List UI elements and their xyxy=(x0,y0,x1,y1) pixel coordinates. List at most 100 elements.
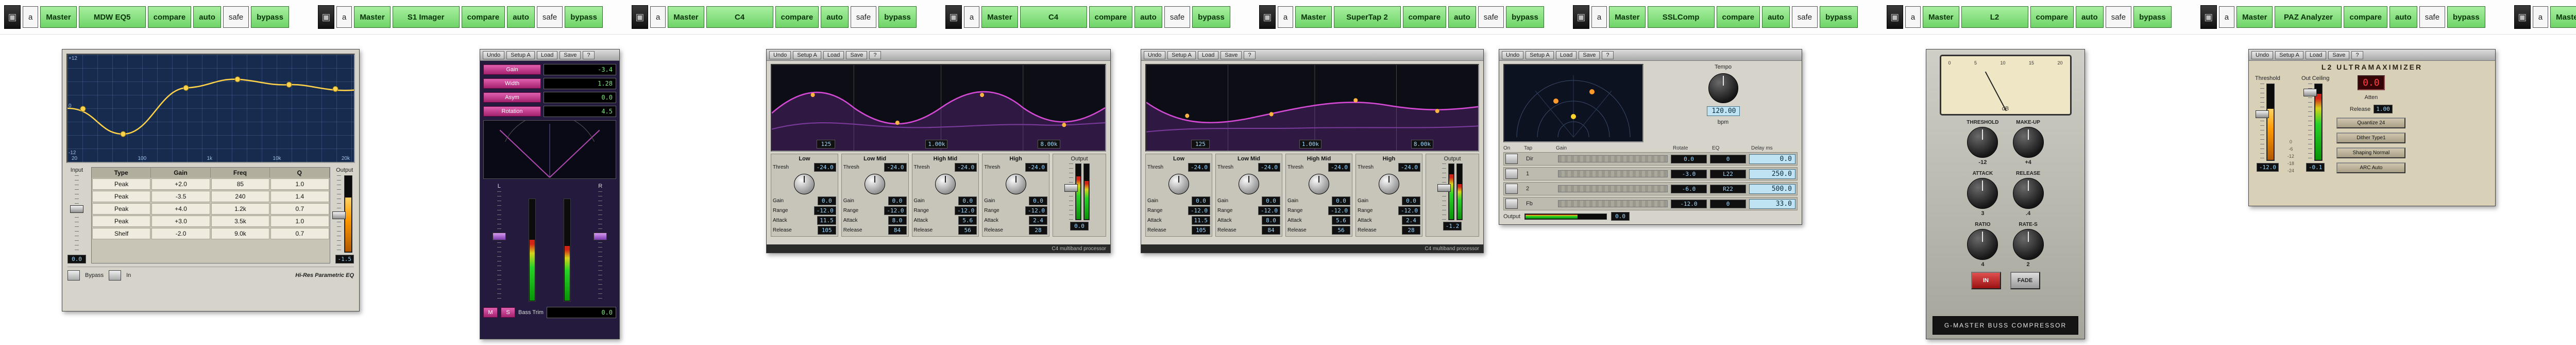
band-thresh-value[interactable]: -24.0 xyxy=(1188,163,1210,172)
safe-button[interactable]: safe xyxy=(223,6,249,28)
toolbar-button[interactable]: Load xyxy=(823,51,844,59)
band-freq-cell[interactable]: 1.2k xyxy=(211,203,270,215)
plugin-window-icon[interactable]: ▣ xyxy=(631,5,648,29)
input-fader-handle[interactable] xyxy=(70,205,83,213)
toolbar-button[interactable]: Setup A xyxy=(1167,51,1196,59)
s1-param-value[interactable]: 4.5 xyxy=(544,106,616,117)
ssl-knob[interactable] xyxy=(1967,229,1998,260)
compare-button[interactable]: compare xyxy=(775,6,819,28)
plugin-window-icon[interactable]: ▣ xyxy=(1259,5,1276,29)
band-range-value[interactable]: -12.0 xyxy=(884,206,907,215)
tap-pan-value[interactable]: R22 xyxy=(1710,184,1746,193)
band-gain-value[interactable]: 0.0 xyxy=(888,196,907,205)
s1-param-value[interactable]: 1.28 xyxy=(544,78,616,89)
ssl-knob[interactable] xyxy=(2012,229,2044,260)
plugin-selector-button[interactable]: C4 xyxy=(706,6,773,28)
bypass-button[interactable]: bypass xyxy=(565,6,603,28)
toolbar-button[interactable]: Undo xyxy=(1144,51,1166,59)
track-selector-button[interactable]: Master xyxy=(40,6,77,28)
s1-param-value[interactable]: -3.4 xyxy=(544,64,616,75)
band-gain-knob[interactable] xyxy=(1168,174,1189,194)
track-selector-button[interactable]: Master xyxy=(981,6,1018,28)
auto-button[interactable]: auto xyxy=(507,6,535,28)
tap-time-display[interactable]: 33.0 xyxy=(1749,199,1795,209)
insert-position-button[interactable]: a xyxy=(23,6,39,28)
plugin-window-icon[interactable]: ▣ xyxy=(2514,5,2531,29)
right-fader[interactable] xyxy=(594,191,607,302)
tap-gain-value[interactable]: -12.0 xyxy=(1671,199,1707,208)
input-value[interactable]: 0.0 xyxy=(67,255,86,264)
output-value[interactable]: -1.5 xyxy=(335,255,354,264)
band-type-cell[interactable]: Shelf xyxy=(92,228,151,239)
plugin-window-icon[interactable]: ▣ xyxy=(317,5,334,29)
band-attack-value[interactable]: 2.4 xyxy=(1029,216,1047,225)
band-thresh-value[interactable]: -24.0 xyxy=(1398,163,1420,172)
bypass-button[interactable] xyxy=(67,270,80,281)
ceiling-value[interactable]: -0.1 xyxy=(2306,163,2325,172)
band-gain-cell[interactable]: +3.0 xyxy=(151,216,210,227)
band-range-value[interactable]: -12.0 xyxy=(1258,206,1280,215)
toolbar-button[interactable]: Undo xyxy=(1502,51,1524,59)
band-release-value[interactable]: 84 xyxy=(1262,226,1280,235)
tap-time-display[interactable]: 0.0 xyxy=(1749,154,1795,164)
toolbar-button[interactable]: Undo xyxy=(483,51,505,59)
band-thresh-value[interactable]: -24.0 xyxy=(1025,163,1047,172)
band-attack-value[interactable]: 5.6 xyxy=(1332,216,1350,225)
in-button[interactable] xyxy=(109,270,122,281)
band-attack-value[interactable]: 11.5 xyxy=(1191,216,1210,225)
band-attack-value[interactable]: 5.6 xyxy=(958,216,977,225)
ceiling-fader-handle[interactable] xyxy=(2303,89,2317,96)
insert-position-button[interactable]: a xyxy=(650,6,666,28)
toolbar-button[interactable]: Load xyxy=(1555,51,1577,59)
plugin-window-icon[interactable]: ▣ xyxy=(1572,5,1589,29)
band-release-value[interactable]: 84 xyxy=(888,226,907,235)
crossover-freq-value[interactable]: 8.00k xyxy=(1411,140,1434,149)
tap-pan-value[interactable]: L22 xyxy=(1710,169,1746,178)
auto-button[interactable]: auto xyxy=(821,6,849,28)
band-release-value[interactable]: 105 xyxy=(1192,226,1210,235)
tap-gain-value[interactable]: -6.0 xyxy=(1671,184,1707,193)
plugin-selector-button[interactable]: MDW EQ5 xyxy=(78,6,146,28)
bypass-button[interactable]: bypass xyxy=(1820,6,1858,28)
plugin-selector-button[interactable]: C4 xyxy=(1020,6,1087,28)
s1-param-button[interactable]: Width xyxy=(483,78,541,89)
plugin-window-icon[interactable]: ▣ xyxy=(4,5,21,29)
threshold-fader-handle[interactable] xyxy=(2256,110,2269,118)
output-fader-handle[interactable] xyxy=(1064,184,1078,192)
c4-dynamics-graph[interactable]: 125 1.00k 8.00k xyxy=(771,64,1106,152)
c4-dynamics-graph[interactable]: 125 1.00k 8.00k xyxy=(1145,64,1479,152)
band-type-cell[interactable]: Peak xyxy=(92,216,151,227)
band-gain-knob[interactable] xyxy=(865,174,886,194)
band-freq-cell[interactable]: 85 xyxy=(211,178,270,190)
compare-button[interactable]: compare xyxy=(2030,6,2074,28)
band-range-value[interactable]: -12.0 xyxy=(1398,206,1420,215)
band-q-cell[interactable]: 1.0 xyxy=(270,178,329,190)
tap-gain-value[interactable]: 0.0 xyxy=(1671,154,1707,163)
band-gain-cell[interactable]: +2.0 xyxy=(151,178,210,190)
band-freq-cell[interactable]: 9.0k xyxy=(211,228,270,239)
crossover-freq-value[interactable]: 125 xyxy=(1191,140,1210,149)
band-freq-cell[interactable]: 3.5k xyxy=(211,216,270,227)
fade-button[interactable]: FADE xyxy=(2010,272,2040,289)
compare-button[interactable]: compare xyxy=(1089,6,1133,28)
insert-position-button[interactable]: a xyxy=(1905,6,1921,28)
output-fader[interactable] xyxy=(332,175,346,253)
band-gain-value[interactable]: 0.0 xyxy=(1029,196,1047,205)
toolbar-button[interactable]: ? xyxy=(869,51,881,59)
insert-position-button[interactable]: a xyxy=(336,6,352,28)
eq-response-graph[interactable]: +12 0 -12 20 100 1k 10k 20k xyxy=(66,54,355,163)
tap-time-display[interactable]: 250.0 xyxy=(1749,169,1795,179)
tap-time-display[interactable]: 500.0 xyxy=(1749,184,1795,194)
tap-gain-strip[interactable] xyxy=(1558,200,1668,207)
toolbar-button[interactable]: Setup A xyxy=(2275,51,2303,59)
l2-option-button[interactable]: ARC Auto xyxy=(2336,162,2406,173)
band-range-value[interactable]: -12.0 xyxy=(1188,206,1210,215)
band-q-cell[interactable]: 1.0 xyxy=(270,216,329,227)
output-value[interactable]: 0.0 xyxy=(1611,212,1630,221)
l2-option-button[interactable]: Quantize 24 xyxy=(2336,118,2406,128)
tap-pan-value[interactable]: 0 xyxy=(1710,199,1746,208)
release-value[interactable]: 1.00 xyxy=(2374,105,2393,113)
band-release-value[interactable]: 28 xyxy=(1029,226,1047,235)
band-release-value[interactable]: 56 xyxy=(1332,226,1350,235)
plugin-window-icon[interactable]: ▣ xyxy=(2200,5,2217,29)
